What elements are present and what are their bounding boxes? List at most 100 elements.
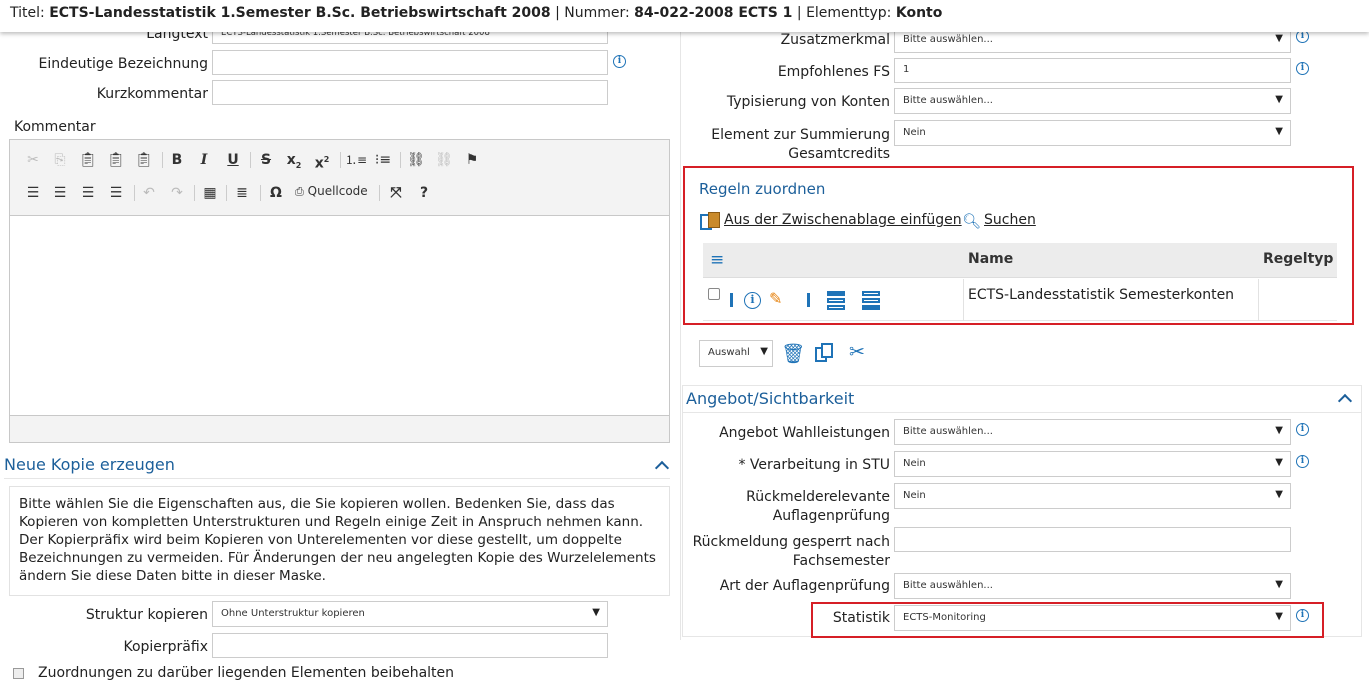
kopie-info-text-1: Bitte wählen Sie die Eigenschaften aus, … bbox=[19, 496, 644, 530]
kurzkommentar-input[interactable] bbox=[212, 80, 608, 105]
row-checkbox[interactable] bbox=[708, 288, 720, 300]
praefix-input[interactable] bbox=[212, 633, 608, 658]
chevron-down-icon: ▼ bbox=[1275, 94, 1283, 105]
clipboard-icon[interactable] bbox=[700, 212, 722, 232]
numbered-list-icon[interactable]: ⒈≡ bbox=[345, 150, 367, 170]
summ-select[interactable]: Nein ▼ bbox=[894, 120, 1291, 146]
source-code-label: Quellcode bbox=[307, 184, 368, 198]
wahl-select[interactable]: Bitte auswählen... ▼ bbox=[894, 419, 1291, 445]
align-justify-icon[interactable]: ☰ bbox=[106, 183, 126, 203]
help-icon[interactable]: ? bbox=[414, 183, 434, 203]
collapse-chevron-icon[interactable] bbox=[654, 460, 670, 476]
left-column: Langtext ECTS-Landesstatistik 1.Semester… bbox=[0, 0, 680, 681]
wahl-select-value: Bitte auswählen... bbox=[903, 426, 993, 437]
stu-select-value: Nein bbox=[903, 458, 926, 469]
search-link[interactable]: Suchen bbox=[984, 212, 1036, 228]
stu-label: * Verarbeitung in STU bbox=[738, 457, 890, 473]
zusatz-select-value: Bitte auswählen... bbox=[903, 34, 993, 45]
maximize-icon[interactable]: ⤧ bbox=[386, 183, 406, 203]
scissors-icon[interactable]: ✂ bbox=[849, 341, 865, 363]
typ-label: Elementtyp: bbox=[806, 5, 892, 21]
cut-icon[interactable]: ✂ bbox=[23, 150, 43, 170]
pencil-edit-icon[interactable]: ✎ bbox=[769, 289, 782, 308]
editor-content-area[interactable] bbox=[10, 215, 669, 416]
anchor-flag-icon[interactable]: ⚑ bbox=[462, 150, 482, 170]
unlink-icon[interactable]: ⛓ bbox=[434, 150, 454, 170]
copy-to-clipboard-icon[interactable] bbox=[815, 343, 835, 363]
chevron-down-icon: ▼ bbox=[1275, 425, 1283, 436]
paste-icon[interactable]: 📋︎ bbox=[78, 150, 98, 170]
info-icon[interactable]: i bbox=[744, 292, 761, 309]
paste-word-icon[interactable]: 📋︎ bbox=[134, 150, 154, 170]
menu-icon[interactable]: ≡ bbox=[710, 252, 724, 269]
source-code-icon: ⎙ bbox=[295, 185, 304, 198]
art-select[interactable]: Bitte auswählen... ▼ bbox=[894, 573, 1291, 599]
summ-label-line2: Gesamtcredits bbox=[788, 146, 890, 162]
titel-value: ECTS-Landesstatistik 1.Semester B.Sc. Be… bbox=[49, 5, 551, 21]
move-down-icon[interactable] bbox=[862, 291, 880, 311]
search-icon[interactable]: 🔍︎ bbox=[962, 212, 981, 230]
row-name: ECTS-Landesstatistik Semesterkonten bbox=[968, 287, 1235, 303]
toolbar-separator bbox=[250, 152, 251, 168]
drag-handle-icon[interactable] bbox=[807, 293, 810, 307]
horizontal-line-icon[interactable]: ≣ bbox=[232, 183, 252, 203]
italic-icon[interactable]: I bbox=[194, 150, 214, 170]
toolbar-separator bbox=[226, 185, 227, 201]
table-icon[interactable]: ▦ bbox=[200, 183, 220, 203]
superscript-icon[interactable]: x2 bbox=[312, 150, 332, 172]
auswahl-select[interactable]: Auswahl ▼ bbox=[699, 340, 773, 367]
regeln-section-title: Regeln zuordnen bbox=[699, 180, 826, 198]
paste-text-icon[interactable]: 📋︎ bbox=[106, 150, 126, 170]
info-icon[interactable]: i bbox=[1296, 455, 1309, 468]
toolbar-separator bbox=[379, 185, 380, 201]
chevron-down-icon: ▼ bbox=[1275, 457, 1283, 468]
typ-select[interactable]: Bitte auswählen... ▼ bbox=[894, 88, 1291, 114]
chevron-down-icon: ▼ bbox=[1275, 126, 1283, 137]
col-regeltyp-header[interactable]: Regeltyp bbox=[1263, 251, 1333, 267]
move-up-icon[interactable] bbox=[827, 291, 845, 311]
stu-select[interactable]: Nein ▼ bbox=[894, 451, 1291, 477]
align-left-icon[interactable]: ☰ bbox=[23, 183, 43, 203]
strikethrough-icon[interactable]: S bbox=[256, 150, 276, 170]
nummer-label: Nummer: bbox=[564, 5, 630, 21]
eindeutige-input[interactable] bbox=[212, 50, 608, 75]
cell-divider bbox=[963, 279, 964, 321]
zusatz-label: Zusatzmerkmal bbox=[780, 32, 890, 48]
chevron-down-icon: ▼ bbox=[592, 607, 600, 618]
rueck-select[interactable]: Nein ▼ bbox=[894, 483, 1291, 509]
art-select-value: Bitte auswählen... bbox=[903, 580, 993, 591]
kopie-info-text-2: Der Kopierpräfix wird beim Kopieren von … bbox=[19, 532, 656, 584]
special-char-icon[interactable]: Ω bbox=[266, 183, 286, 203]
kopie-section-title: Neue Kopie erzeugen bbox=[4, 455, 175, 474]
source-code-button[interactable]: ⎙ Quellcode bbox=[295, 184, 368, 199]
statistik-select[interactable]: ECTS-Monitoring ▼ bbox=[894, 605, 1291, 631]
undo-icon[interactable]: ↶ bbox=[139, 183, 159, 203]
info-icon[interactable]: i bbox=[1296, 423, 1309, 436]
clipboard-link[interactable]: Aus der Zwischenablage einfügen bbox=[724, 212, 962, 228]
separator: | bbox=[555, 5, 560, 21]
struktur-label: Struktur kopieren bbox=[85, 607, 208, 623]
info-icon[interactable]: i bbox=[1296, 609, 1309, 622]
col-name-header[interactable]: Name bbox=[968, 251, 1013, 267]
align-right-icon[interactable]: ☰ bbox=[78, 183, 98, 203]
zuordnungen-checkbox[interactable] bbox=[13, 668, 24, 679]
underline-icon[interactable]: U bbox=[223, 150, 243, 170]
link-icon[interactable]: ⛓ bbox=[406, 150, 426, 170]
art-label: Art der Auflagenprüfung bbox=[719, 578, 890, 594]
info-icon[interactable]: i bbox=[613, 55, 626, 68]
subscript-icon[interactable]: x2 bbox=[284, 150, 304, 170]
gesperrt-input[interactable] bbox=[894, 527, 1291, 552]
copy-icon[interactable]: ⎘ bbox=[50, 150, 70, 170]
drag-handle-icon[interactable] bbox=[730, 293, 733, 307]
typ-select-value: Bitte auswählen... bbox=[903, 95, 993, 106]
trash-icon[interactable]: 🗑︎ bbox=[781, 342, 805, 365]
redo-icon[interactable]: ↷ bbox=[167, 183, 187, 203]
summ-select-value: Nein bbox=[903, 127, 926, 138]
bulleted-list-icon[interactable]: ⁝≡ bbox=[373, 150, 393, 170]
toolbar-separator bbox=[260, 185, 261, 201]
bold-icon[interactable]: B bbox=[167, 150, 187, 170]
fs-input[interactable]: 1 bbox=[894, 58, 1291, 83]
struktur-select[interactable]: Ohne Unterstruktur kopieren ▼ bbox=[212, 601, 608, 627]
align-center-icon[interactable]: ☰ bbox=[50, 183, 70, 203]
info-icon[interactable]: i bbox=[1296, 62, 1309, 75]
